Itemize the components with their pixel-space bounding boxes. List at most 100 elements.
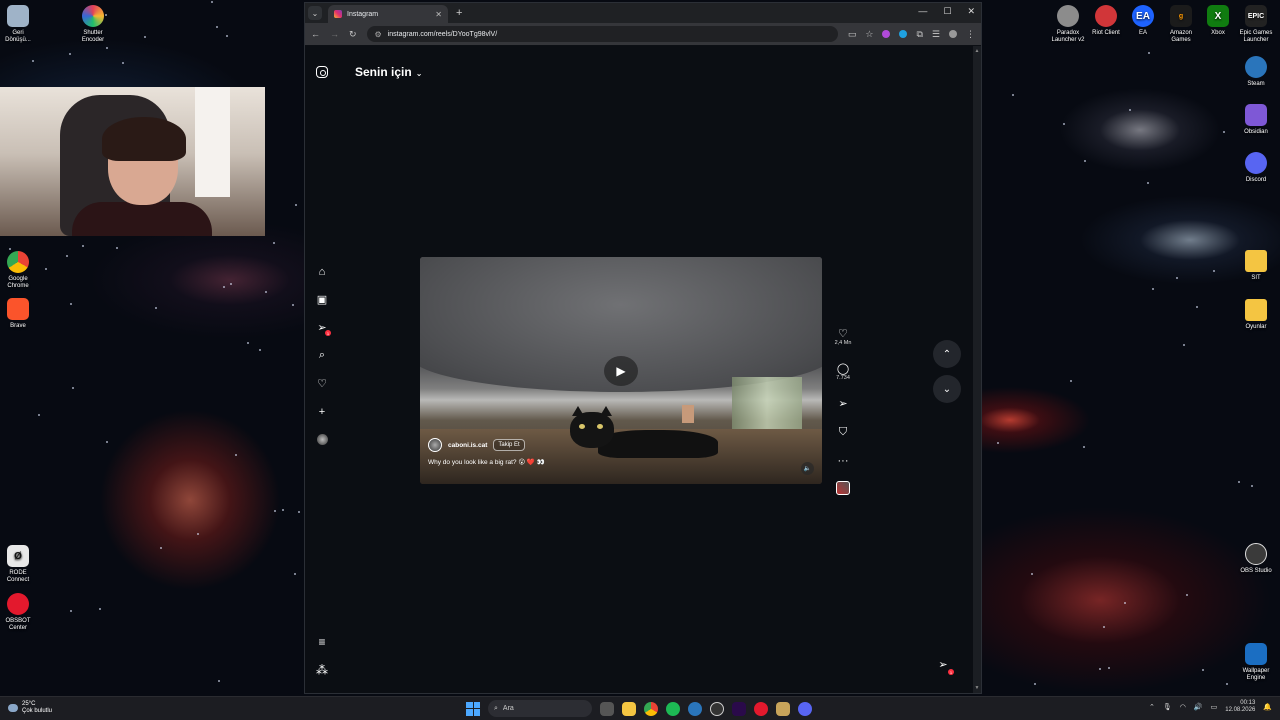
desktop-icon-sit-folder[interactable]: SIT xyxy=(1226,250,1280,282)
desktop-icon-google-chrome[interactable]: Google Chrome xyxy=(0,251,48,290)
desktop-icon-label: Geri Dönüşü... xyxy=(5,30,31,43)
notifications-bell-icon[interactable]: 🔔 xyxy=(1263,703,1272,711)
direct-messages-icon[interactable]: ➢ 1 xyxy=(314,320,331,336)
author-username[interactable]: caboni.is.cat xyxy=(448,442,487,449)
taskbar-search[interactable]: ⌕ Ara xyxy=(488,700,592,717)
star xyxy=(996,441,999,444)
desktop-icon-obs-studio[interactable]: OBS Studio xyxy=(1226,543,1280,575)
desktop-icon-recycle-bin[interactable]: Geri Dönüşü... xyxy=(0,5,48,44)
desktop-icon-discord[interactable]: Discord xyxy=(1226,152,1280,184)
desktop-icon-steam[interactable]: Steam xyxy=(1226,56,1280,88)
star xyxy=(298,510,301,513)
desktop-icon-label: Wallpaper Engine xyxy=(1242,668,1270,681)
more-options-action[interactable]: ··· xyxy=(836,454,850,468)
weather-widget[interactable]: 25°C Çok bulutlu xyxy=(8,701,52,715)
desktop-icon-oyunlar-folder[interactable]: Oyunlar xyxy=(1226,299,1280,331)
tab-search-button[interactable]: ⌄ xyxy=(308,6,322,20)
direct-messages-icon: ➢ xyxy=(938,658,948,671)
more-menu-icon[interactable]: ≡ xyxy=(314,634,330,650)
wifi-icon[interactable]: ◠ xyxy=(1180,703,1186,711)
notifications-heart-icon[interactable]: ♡ xyxy=(314,376,330,391)
start-button[interactable] xyxy=(466,701,480,716)
comment-action[interactable]: ◯ 7.734 xyxy=(836,361,850,382)
like-action[interactable]: ♡ 2,4 Mn xyxy=(835,326,852,347)
play-icon[interactable]: ▶ xyxy=(604,356,638,386)
spotify-icon[interactable] xyxy=(666,701,680,716)
premiere-pro-icon[interactable] xyxy=(732,701,746,716)
minimize-button[interactable]: — xyxy=(918,6,927,17)
back-arrow-icon[interactable]: ← xyxy=(311,29,320,39)
create-plus-icon[interactable]: + xyxy=(314,404,330,419)
side-panel-icon[interactable]: ☰ xyxy=(932,29,940,40)
home-icon[interactable]: ⌂ xyxy=(314,264,330,279)
profile-avatar-icon[interactable] xyxy=(949,30,957,38)
desktop-icon-brave[interactable]: Brave xyxy=(0,298,48,330)
microphone-icon[interactable]: 🎙 xyxy=(1163,703,1172,711)
desktop-icon-wallpaper-engine[interactable]: Wallpaper Engine xyxy=(1226,643,1280,682)
mute-icon[interactable]: 🔈 xyxy=(801,462,814,475)
site-info-icon[interactable]: ⚙ xyxy=(375,30,382,39)
feed-title: Senin için xyxy=(355,65,412,79)
save-action[interactable]: ⛉ xyxy=(836,425,850,439)
instagram-logo-icon[interactable] xyxy=(316,66,328,78)
follow-button[interactable]: Takip Et xyxy=(493,439,525,451)
task-view-icon[interactable] xyxy=(600,701,614,716)
file-explorer-icon[interactable] xyxy=(622,701,636,716)
desktop-icon-rode-connect[interactable]: Ø RODE Connect xyxy=(0,545,48,584)
discord-icon[interactable] xyxy=(798,701,812,716)
search-icon[interactable]: ⌕ xyxy=(314,348,330,363)
tray-overflow-chevron-icon[interactable]: ⌃ xyxy=(1149,703,1155,711)
search-icon: ⌕ xyxy=(494,704,498,712)
forward-arrow-icon[interactable]: → xyxy=(330,29,339,39)
author-avatar[interactable] xyxy=(428,438,442,452)
desktop-icon-shutter-encoder[interactable]: Shutter Encoder xyxy=(63,5,123,44)
media-player-icon[interactable] xyxy=(776,701,790,716)
reload-icon[interactable]: ↻ xyxy=(349,29,357,40)
reels-icon[interactable]: ▣ xyxy=(314,292,330,307)
scroll-down-arrow-icon[interactable]: ▼ xyxy=(973,685,981,691)
obs-icon[interactable] xyxy=(710,701,724,716)
star xyxy=(144,35,147,38)
feed-selector[interactable]: Senin için ⌄ xyxy=(355,65,422,79)
previous-reel-button[interactable]: ⌃ xyxy=(933,340,961,368)
navigation-bar: ← → ↻ ⚙ instagram.com/reels/DYooTg98vlV/… xyxy=(305,23,981,45)
discord-icon xyxy=(1245,152,1267,174)
taskbar-center: ⌕ Ara xyxy=(466,700,812,717)
page-scrollbar[interactable]: ▲ ▼ xyxy=(973,46,981,693)
tab-instagram[interactable]: Instagram ✕ xyxy=(328,5,448,23)
messages-fab[interactable]: ➢ 1 xyxy=(933,654,954,675)
battery-icon[interactable]: ▭ xyxy=(1211,703,1218,711)
next-reel-button[interactable]: ⌄ xyxy=(933,375,961,403)
speaker-icon[interactable]: 🔊 xyxy=(1194,703,1203,711)
scroll-up-arrow-icon[interactable]: ▲ xyxy=(973,48,981,54)
original-audio-thumbnail[interactable] xyxy=(836,481,850,495)
desktop-icon-label: Oyunlar xyxy=(1245,324,1267,330)
extension-icon-blue[interactable] xyxy=(899,30,908,38)
star xyxy=(69,303,72,306)
window-close-button[interactable]: ✕ xyxy=(967,6,975,17)
reel-video[interactable]: ▶ caboni.is.cat Takip Et Why do you look… xyxy=(420,257,822,484)
desktop-icon-epic-games[interactable]: EPIC Epic Games Launcher xyxy=(1226,5,1280,44)
obsbot-icon[interactable] xyxy=(754,701,768,716)
extensions-puzzle-icon[interactable]: ⧉ xyxy=(916,29,922,40)
steam-icon[interactable] xyxy=(688,701,702,716)
instagram-favicon-icon xyxy=(334,10,342,18)
desktop-icon-label: Brave xyxy=(10,323,26,329)
maximize-button[interactable]: ☐ xyxy=(943,6,951,17)
menu-kebab-icon[interactable]: ⋮ xyxy=(966,29,975,40)
share-action[interactable]: ➢ xyxy=(836,396,850,410)
cast-icon[interactable]: ▭ xyxy=(848,29,857,40)
chrome-icon[interactable] xyxy=(644,701,658,716)
clock[interactable]: 00:13 12.08.2026 xyxy=(1225,700,1255,714)
also-from-meta-icon[interactable]: ⁂ xyxy=(314,662,330,678)
address-bar[interactable]: ⚙ instagram.com/reels/DYooTg98vlV/ xyxy=(366,26,838,42)
desktop-icon-obsbot-center[interactable]: OBSBOT Center xyxy=(0,593,48,632)
extension-icon-purple[interactable] xyxy=(882,30,891,38)
folder-icon xyxy=(1245,250,1267,272)
bookmark-star-icon[interactable]: ☆ xyxy=(865,29,873,40)
close-icon[interactable]: ✕ xyxy=(435,10,442,19)
profile-avatar-icon[interactable] xyxy=(314,432,330,447)
new-tab-button[interactable]: + xyxy=(456,7,462,19)
desktop-icon-obsidian[interactable]: Obsidian xyxy=(1226,104,1280,136)
desktop-icon-label: Steam xyxy=(1247,81,1265,87)
